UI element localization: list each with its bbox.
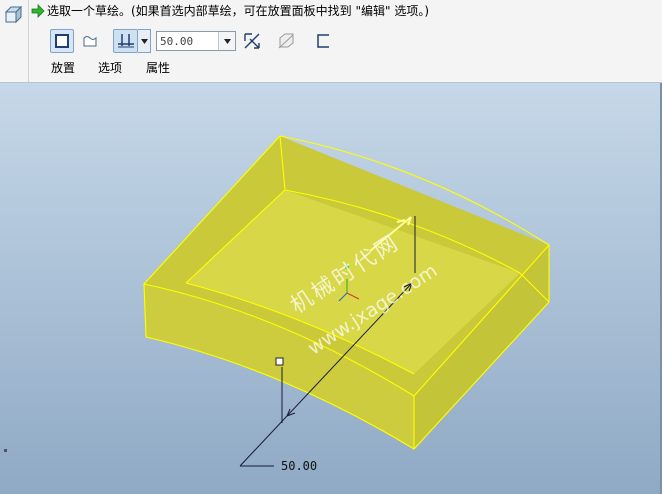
chevron-down-icon [223, 38, 231, 44]
dashboard-divider [28, 0, 29, 82]
remove-material-icon [278, 33, 294, 49]
surface-extrude-button[interactable] [78, 29, 102, 53]
chevron-down-icon [140, 38, 148, 44]
graphics-window[interactable]: 机械时代网 www.jxage.com 50.00 [0, 83, 662, 494]
tab-placement[interactable]: 放置 [51, 60, 75, 76]
prompt-message: 选取一个草绘。(如果首选内部草绘，可在放置面板中找到 "编辑" 选项。) [47, 4, 430, 18]
depth-option-button[interactable] [113, 29, 138, 53]
viewport-marker [4, 449, 7, 452]
depth-value-combo[interactable] [156, 31, 236, 51]
message-line: 选取一个草绘。(如果首选内部草绘，可在放置面板中找到 "编辑" 选项。) [31, 3, 429, 19]
depth-dimension-label[interactable]: 50.00 [281, 459, 317, 473]
thicken-sketch-button[interactable] [311, 29, 335, 53]
solid-extrude-button[interactable] [50, 29, 74, 53]
green-right-arrow-icon [31, 4, 45, 18]
extrude-feature-icon [3, 4, 25, 26]
thicken-sketch-icon [317, 34, 329, 48]
depth-option-dropdown[interactable] [138, 29, 151, 53]
blind-depth-icon [117, 34, 134, 48]
flip-direction-button[interactable] [240, 29, 264, 53]
depth-value-field[interactable] [157, 32, 219, 50]
extrude-feature-window: 选取一个草绘。(如果首选内部草绘，可在放置面板中找到 "编辑" 选项。) 50.… [0, 0, 662, 494]
depth-value-dropdown[interactable] [218, 32, 235, 50]
tab-properties[interactable]: 属性 [146, 60, 170, 76]
tab-options[interactable]: 选项 [98, 60, 122, 76]
solid-extrude-icon [55, 34, 69, 48]
surface-extrude-icon [83, 36, 97, 47]
extrude-dashboard: 选取一个草绘。(如果首选内部草绘，可在放置面板中找到 "编辑" 选项。) 50.… [0, 0, 662, 83]
remove-material-button[interactable] [274, 29, 298, 53]
flip-direction-icon [244, 33, 260, 49]
